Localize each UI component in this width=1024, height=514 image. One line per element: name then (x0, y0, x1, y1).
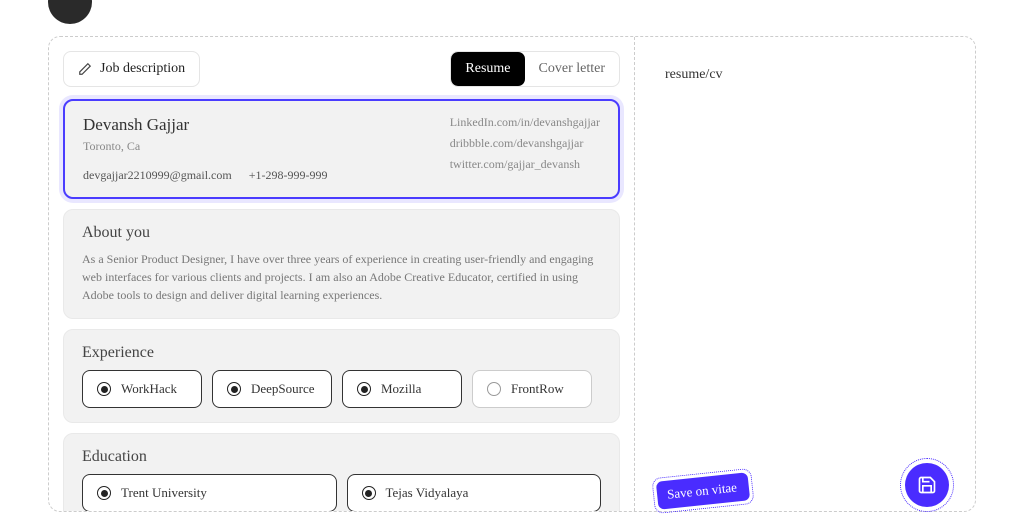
about-card[interactable]: About you As a Senior Product Designer, … (63, 209, 620, 319)
radio-icon (227, 382, 241, 396)
education-card[interactable]: Education Trent University Tejas Vidyala… (63, 433, 620, 511)
social-links: LinkedIn.com/in/devanshgajjar dribbble.c… (450, 115, 600, 183)
tab-cover-letter[interactable]: Cover letter (525, 52, 619, 86)
job-description-button[interactable]: Job description (63, 51, 200, 87)
contacts: devgajjar2210999@gmail.com +1-298-999-99… (83, 168, 341, 183)
chip-deepsource[interactable]: DeepSource (212, 370, 332, 408)
twitter-link[interactable]: twitter.com/gajjar_devansh (450, 157, 600, 172)
education-title: Education (82, 448, 601, 466)
avatar[interactable] (48, 0, 92, 24)
about-body: As a Senior Product Designer, I have ove… (82, 250, 601, 304)
location: Toronto, Ca (83, 139, 341, 154)
radio-icon (487, 382, 501, 396)
main-panel: Job description Resume Cover letter Deva… (48, 36, 976, 512)
radio-icon (362, 486, 376, 500)
phone: +1-298-999-999 (249, 168, 328, 182)
experience-title: Experience (82, 344, 601, 362)
chip-mozilla[interactable]: Mozilla (342, 370, 462, 408)
save-fab[interactable] (905, 463, 949, 507)
about-title: About you (82, 224, 601, 242)
topbar: Job description Resume Cover letter (63, 51, 620, 87)
chip-workhack[interactable]: WorkHack (82, 370, 202, 408)
experience-card[interactable]: Experience WorkHack DeepSource Mozilla F… (63, 329, 620, 423)
dribbble-link[interactable]: dribbble.com/devanshgajjar (450, 136, 600, 151)
save-icon (917, 475, 937, 495)
radio-icon (97, 486, 111, 500)
save-label: Save on vitae (666, 479, 737, 501)
chip-label: Tejas Vidyalaya (386, 485, 469, 501)
editor-column: Job description Resume Cover letter Deva… (49, 37, 634, 511)
preview-pane: resume/cv (649, 51, 961, 497)
chip-label: FrontRow (511, 381, 564, 397)
chip-tejas[interactable]: Tejas Vidyalaya (347, 474, 602, 511)
doc-tabs: Resume Cover letter (450, 51, 620, 87)
radio-icon (97, 382, 111, 396)
radio-icon (357, 382, 371, 396)
chip-label: Trent University (121, 485, 207, 501)
tab-resume[interactable]: Resume (451, 52, 524, 86)
preview-title: resume/cv (665, 67, 945, 83)
chip-trent[interactable]: Trent University (82, 474, 337, 511)
email: devgajjar2210999@gmail.com (83, 168, 232, 182)
experience-chips: WorkHack DeepSource Mozilla FrontRow (82, 370, 601, 408)
save-badge[interactable]: Save on vitae (656, 472, 750, 509)
pencil-icon (78, 62, 92, 76)
chip-label: DeepSource (251, 381, 315, 397)
education-chips: Trent University Tejas Vidyalaya (82, 474, 601, 511)
job-description-label: Job description (100, 61, 185, 77)
chip-label: WorkHack (121, 381, 177, 397)
chip-frontrow[interactable]: FrontRow (472, 370, 592, 408)
name: Devansh Gajjar (83, 115, 341, 135)
linkedin-link[interactable]: LinkedIn.com/in/devanshgajjar (450, 115, 600, 130)
chip-label: Mozilla (381, 381, 421, 397)
header-card[interactable]: Devansh Gajjar Toronto, Ca devgajjar2210… (63, 99, 620, 199)
preview-column: resume/cv Save on vitae (635, 37, 975, 511)
